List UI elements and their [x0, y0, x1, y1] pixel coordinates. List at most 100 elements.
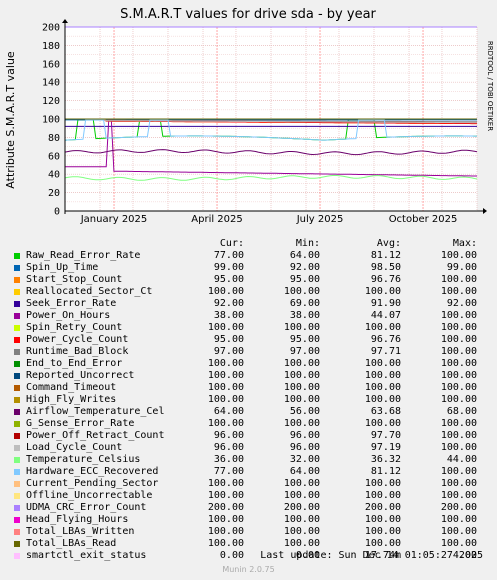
legend-min-value: 100.00 — [283, 490, 320, 501]
legend-series-name: Seek_Error_Rate — [26, 298, 117, 309]
legend-row: Reallocated_Sector_Ct 100.00 100.00 100.00 1… — [12, 286, 490, 298]
legend-min-value: 100.00 — [283, 286, 320, 297]
legend-avg-value: 63.68 — [370, 406, 401, 417]
legend-row: Power_Off_Retract_Count 96.00 96.00 97.70 10… — [12, 430, 490, 442]
legend-avg-value: 97.71 — [370, 346, 401, 357]
y-tick-label: 100 — [42, 115, 60, 126]
col-min-header: Min: — [295, 238, 320, 249]
legend-swatch — [14, 409, 20, 415]
legend-cur-value: 100.00 — [207, 478, 244, 489]
legend-row: Total_LBAs_Written 100.00 100.00 100.00 100.… — [12, 526, 490, 538]
y-tick-label: 20 — [48, 188, 60, 199]
legend-cur-value: 100.00 — [207, 358, 244, 369]
legend-cur-value: 77.00 — [213, 250, 244, 261]
legend-series-name: Offline_Uncorrectable — [26, 490, 153, 501]
legend-row: Load_Cycle_Count 96.00 96.00 97.19 100.00 — [12, 442, 490, 454]
legend-swatch — [14, 325, 20, 331]
legend-max-value: 99.00 — [446, 262, 477, 273]
legend-min-value: 56.00 — [289, 406, 320, 417]
legend-min-value: 100.00 — [283, 526, 320, 537]
legend-max-value: 100.00 — [440, 442, 477, 453]
legend-row: G_Sense_Error_Rate 100.00 100.00 100.00 100.… — [12, 418, 490, 430]
legend-row: Total_LBAs_Read 100.00 100.00 100.00 100.00 — [12, 538, 490, 550]
legend-max-value: 92.00 — [446, 298, 477, 309]
y-tick-labels: 0 20 40 60 80 100 120 140 160 180 200 — [42, 23, 60, 218]
legend-min-value: 100.00 — [283, 538, 320, 549]
legend-series-name: Reallocated_Sector_Ct — [26, 286, 153, 297]
legend-row: Raw_Read_Error_Rate 77.00 64.00 81.12 100.00 — [12, 250, 490, 262]
legend-swatch — [14, 457, 20, 463]
legend-swatch — [14, 253, 20, 259]
y-tick-label: 180 — [42, 41, 60, 52]
legend-max-value: 100.00 — [440, 430, 477, 441]
legend-avg-value: 81.12 — [370, 466, 401, 477]
legend-max-value: 100.00 — [440, 514, 477, 525]
legend-max-value: 100.00 — [440, 538, 477, 549]
legend-max-value: 100.00 — [440, 346, 477, 357]
legend-min-value: 200.00 — [283, 502, 320, 513]
legend-min-value: 100.00 — [283, 418, 320, 429]
legend-avg-value: 200.00 — [364, 502, 401, 513]
legend-row: Seek_Error_Rate 92.00 69.00 91.90 92.00 — [12, 298, 490, 310]
legend-min-value: 96.00 — [289, 430, 320, 441]
munin-version: Munin 2.0.75 — [222, 565, 275, 574]
legend-swatch — [14, 301, 20, 307]
legend-series-name: End_to_End_Error — [26, 358, 123, 369]
legend-min-value: 32.00 — [289, 454, 320, 465]
legend-min-value: 95.00 — [289, 334, 320, 345]
legend-min-value: 38.00 — [289, 310, 320, 321]
col-max-header: Max: — [452, 238, 477, 249]
legend-swatch — [14, 337, 20, 343]
legend-cur-value: 99.00 — [213, 262, 244, 273]
legend-min-value: 92.00 — [289, 262, 320, 273]
legend-swatch — [14, 421, 20, 427]
legend-cur-value: 0.00 — [219, 550, 244, 561]
legend-row: Offline_Uncorrectable 100.00 100.00 100.00 1… — [12, 490, 490, 502]
legend-swatch — [14, 349, 20, 355]
legend-series-name: Command_Timeout — [26, 382, 117, 393]
legend-max-value: 100.00 — [440, 334, 477, 345]
legend-cur-value: 96.00 — [213, 442, 244, 453]
legend-row: Power_Cycle_Count 95.00 95.00 96.76 100.00 — [12, 334, 490, 346]
legend-row: End_to_End_Error 100.00 100.00 100.00 100.00 — [12, 358, 490, 370]
legend-max-value: 200.00 — [440, 502, 477, 513]
legend-avg-value: 100.00 — [364, 418, 401, 429]
legend-swatch — [14, 289, 20, 295]
legend-min-value: 95.00 — [289, 274, 320, 285]
legend-series-name: Airflow_Temperature_Cel — [26, 406, 165, 417]
legend-swatch — [14, 541, 20, 547]
last-update: Last update: Sun Dec 14 01:05:27 2025 — [260, 550, 483, 561]
y-tick-label: 0 — [54, 207, 60, 218]
legend-series-name: Hardware_ECC_Recovered — [26, 466, 159, 477]
legend-row: Temperature_Celsius 36.00 32.00 36.32 44.00 — [12, 454, 490, 466]
legend-avg-value: 36.32 — [370, 454, 401, 465]
legend-series-name: smartctl_exit_status — [26, 550, 147, 561]
legend-row: Start_Stop_Count 95.00 95.00 96.76 100.00 — [12, 274, 490, 286]
legend-max-value: 100.00 — [440, 370, 477, 381]
legend-series-name: Raw_Read_Error_Rate — [26, 250, 141, 261]
legend-avg-value: 100.00 — [364, 370, 401, 381]
legend-cur-value: 100.00 — [207, 418, 244, 429]
legend-cur-value: 96.00 — [213, 430, 244, 441]
legend-cur-value: 64.00 — [213, 406, 244, 417]
legend-swatch — [14, 433, 20, 439]
legend-max-value: 100.00 — [440, 322, 477, 333]
legend-cur-value: 100.00 — [207, 382, 244, 393]
legend-series-name: Load_Cycle_Count — [26, 442, 123, 453]
legend-min-value: 97.00 — [289, 346, 320, 357]
legend-swatch — [14, 493, 20, 499]
legend-avg-value: 96.76 — [370, 334, 401, 345]
legend-row: Spin_Up_Time 99.00 92.00 98.50 99.00 — [12, 262, 490, 274]
legend-swatch — [14, 385, 20, 391]
legend-avg-value: 97.19 — [370, 442, 401, 453]
legend-avg-value: 97.70 — [370, 430, 401, 441]
legend-series-name: Power_Cycle_Count — [26, 334, 129, 345]
legend-series-name: Total_LBAs_Read — [26, 538, 117, 549]
legend-avg-value: 100.00 — [364, 382, 401, 393]
legend-avg-value: 91.90 — [370, 298, 401, 309]
y-tick-label: 140 — [42, 78, 60, 89]
legend-cur-value: 36.00 — [213, 454, 244, 465]
legend-row: Power_On_Hours 38.00 38.00 44.07 100.00 — [12, 310, 490, 322]
legend-cur-value: 100.00 — [207, 286, 244, 297]
legend-cur-value: 100.00 — [207, 490, 244, 501]
